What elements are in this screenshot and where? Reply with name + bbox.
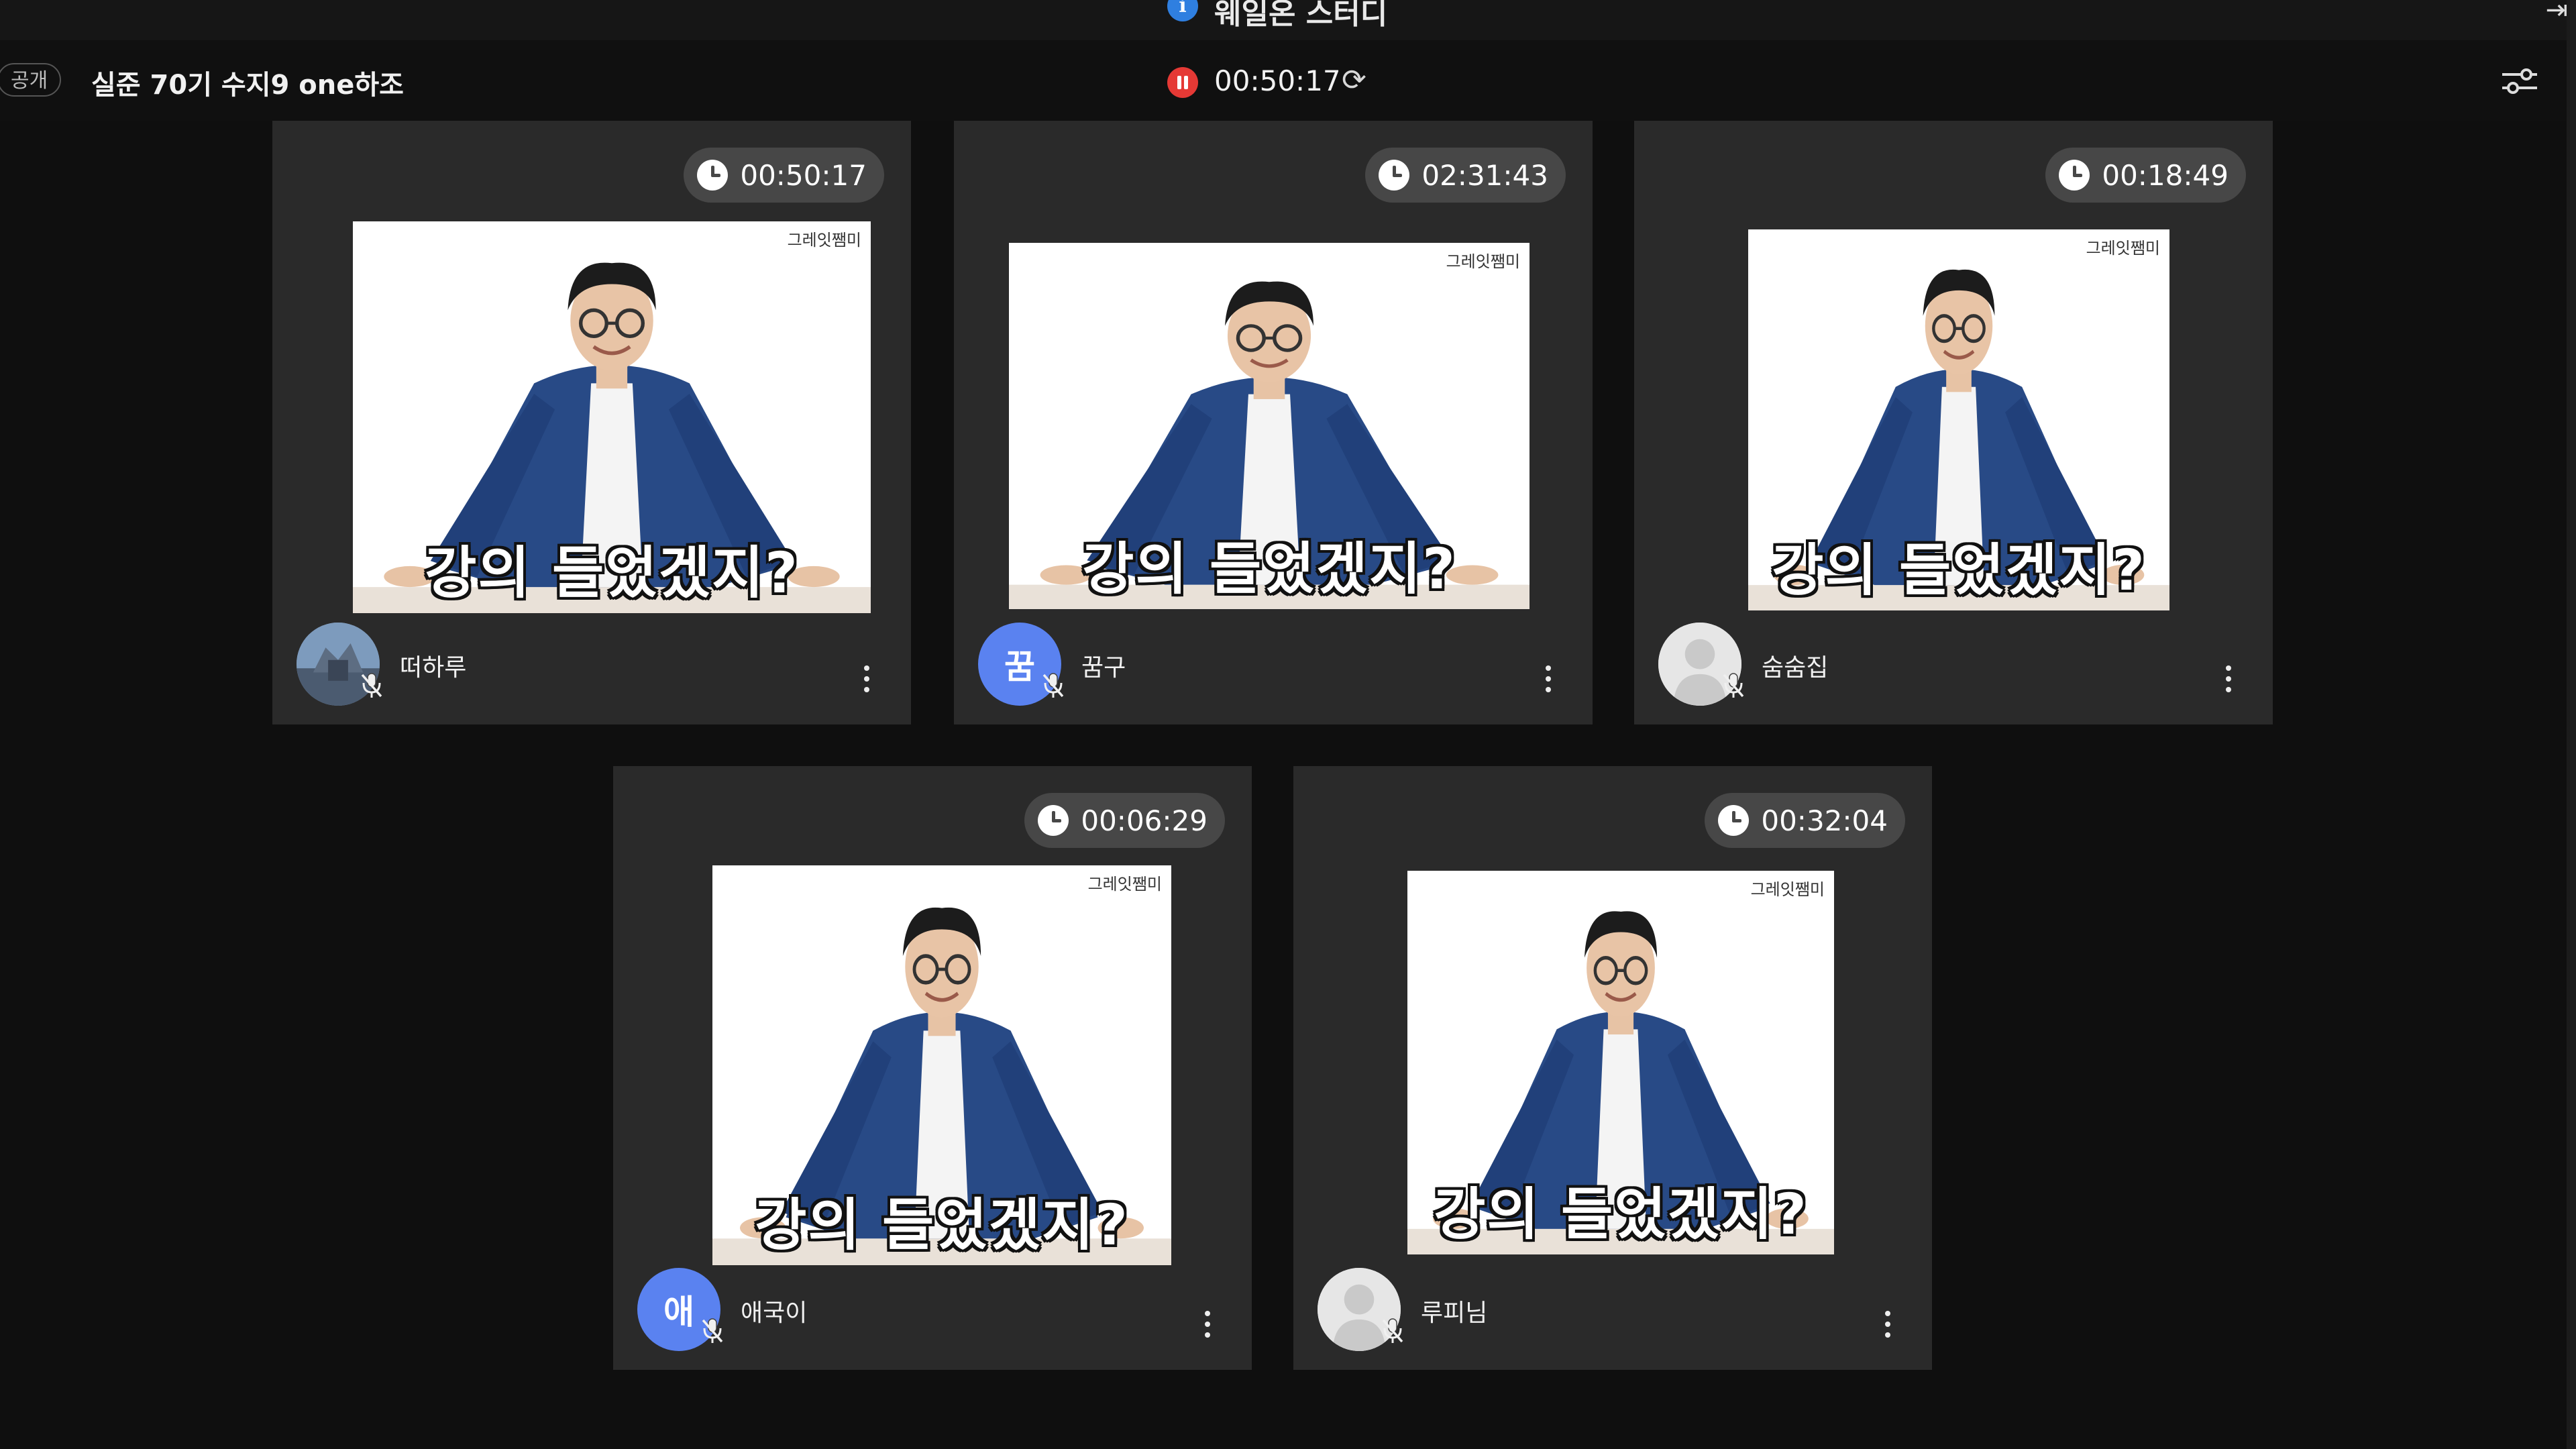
more-options-icon[interactable] — [1544, 665, 1552, 699]
participant-video[interactable]: 그레잇쨈미 강의 들었겠지? — [353, 221, 871, 613]
settings-sliders-icon[interactable] — [2500, 64, 2540, 98]
video-watermark: 그레잇쨈미 — [1087, 875, 1162, 894]
room-header: 공개 실준 70기 수지9 one하조 00:50:17 ⟳ — [0, 40, 2576, 121]
video-caption: 강의 들었겠지? — [1434, 1181, 1808, 1247]
recording-timer: 00:50:17 — [1214, 64, 1341, 97]
study-timer-text: 00:18:49 — [2102, 158, 2229, 192]
participant-tile[interactable]: 02:31:43 그레잇쨈미 강의 들었겠지? 꿈 꿈구 — [954, 121, 1593, 724]
study-timer-text: 02:31:43 — [1421, 158, 1548, 192]
study-timer-text: 00:50:17 — [740, 158, 867, 192]
study-timer-text: 00:32:04 — [1761, 804, 1888, 837]
title-bar: i 웨일온 스터디 ⇥ — [0, 0, 2576, 40]
more-options-icon[interactable] — [2224, 665, 2233, 699]
participant-video[interactable]: 그레잇쨈미 강의 들었겠지? — [1407, 871, 1834, 1254]
participant-name: 숨숨집 — [1762, 654, 1829, 682]
app-title: 웨일온 스터디 — [1214, 0, 1388, 31]
study-timer-badge: 00:32:04 — [1705, 793, 1905, 848]
room-title: 실준 70기 수지9 one하조 — [91, 70, 404, 101]
study-timer-badge: 00:18:49 — [2045, 148, 2246, 203]
video-watermark: 그레잇쨈미 — [1446, 252, 1520, 271]
video-watermark: 그레잇쨈미 — [787, 231, 861, 250]
participant-video[interactable]: 그레잇쨈미 강의 들었겠지? — [1009, 243, 1529, 609]
window-control-icon[interactable]: ⇥ — [2545, 0, 2568, 25]
participant-video[interactable]: 그레잇쨈미 강의 들었겠지? — [1748, 229, 2169, 610]
scrollbar-track[interactable] — [2567, 0, 2576, 1449]
video-caption: 강의 들었겠지? — [1772, 537, 2146, 603]
more-options-icon[interactable] — [1884, 1311, 1892, 1344]
avatar-letter: 애 — [663, 1293, 694, 1332]
info-icon[interactable]: i — [1167, 0, 1198, 21]
mic-muted-icon — [1042, 673, 1064, 698]
participant-name: 떠하루 — [400, 654, 467, 682]
avatar-letter: 꿈 — [1004, 647, 1035, 686]
participant-tile[interactable]: 00:32:04 그레잇쨈미 강의 들었겠지? 루피님 — [1293, 766, 1932, 1370]
mic-muted-icon — [361, 673, 382, 698]
clock-icon — [1379, 160, 1410, 191]
video-caption: 강의 들었겠지? — [755, 1192, 1129, 1258]
more-options-icon[interactable] — [863, 665, 871, 699]
video-caption: 강의 들었겠지? — [1082, 536, 1456, 602]
video-caption: 강의 들었겠지? — [425, 540, 799, 606]
video-watermark: 그레잇쨈미 — [2086, 239, 2160, 258]
mic-muted-icon — [1723, 673, 1744, 698]
participant-name: 꿈구 — [1081, 654, 1126, 682]
record-pause-icon[interactable] — [1167, 67, 1198, 98]
study-timer-text: 00:06:29 — [1081, 804, 1208, 837]
participant-tile[interactable]: 00:50:17 그레잇쨈미 강의 들었겠지? 떠하루 — [272, 121, 911, 724]
study-timer-badge: 00:50:17 — [684, 148, 884, 203]
participant-name: 애국이 — [741, 1299, 808, 1327]
mic-muted-icon — [702, 1318, 723, 1343]
participant-video[interactable]: 그레잇쨈미 강의 들었겠지? — [712, 865, 1171, 1265]
mic-muted-icon — [1382, 1318, 1403, 1343]
participant-tile[interactable]: 00:06:29 그레잇쨈미 강의 들었겠지? 애 애국이 — [613, 766, 1252, 1370]
study-timer-badge: 00:06:29 — [1024, 793, 1225, 848]
clock-icon — [1038, 805, 1069, 836]
study-timer-badge: 02:31:43 — [1365, 148, 1566, 203]
participant-name: 루피님 — [1421, 1299, 1488, 1327]
visibility-badge[interactable]: 공개 — [0, 63, 62, 97]
refresh-icon[interactable]: ⟳ — [1342, 63, 1366, 97]
video-watermark: 그레잇쨈미 — [1750, 880, 1825, 899]
participant-tile[interactable]: 00:18:49 그레잇쨈미 강의 들었겠지? 숨숨집 — [1634, 121, 2273, 724]
clock-icon — [2059, 160, 2090, 191]
clock-icon — [697, 160, 729, 191]
clock-icon — [1718, 805, 1750, 836]
more-options-icon[interactable] — [1203, 1311, 1212, 1344]
